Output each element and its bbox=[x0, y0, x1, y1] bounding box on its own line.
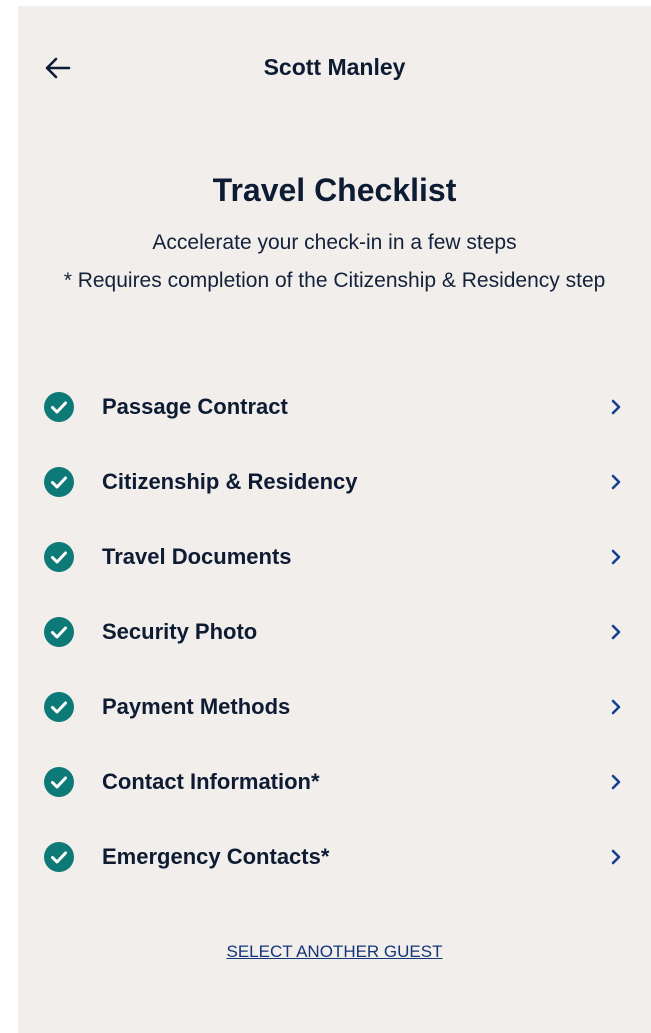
checklist: Passage Contract Citizenship & Residency… bbox=[18, 369, 651, 894]
check-circle-icon bbox=[44, 466, 74, 497]
chevron-right-icon bbox=[611, 849, 621, 864]
checklist-item-label: Contact Information* bbox=[102, 768, 320, 794]
page-subtitle: Accelerate your check-in in a few steps bbox=[152, 231, 517, 254]
checklist-item-label: Passage Contract bbox=[102, 393, 288, 419]
chevron-right-icon bbox=[611, 549, 621, 564]
check-circle-icon bbox=[44, 841, 74, 872]
checklist-item-payment-methods[interactable]: Payment Methods bbox=[18, 669, 651, 744]
chevron-right-icon bbox=[611, 399, 621, 414]
header: Scott Manley bbox=[18, 6, 651, 130]
check-circle-icon bbox=[44, 391, 74, 422]
check-circle-icon bbox=[44, 691, 74, 722]
page-title: Travel Checklist bbox=[212, 172, 457, 208]
checklist-item-label: Payment Methods bbox=[102, 693, 291, 719]
checklist-item-label: Travel Documents bbox=[102, 543, 292, 569]
checklist-item-citizenship-residency[interactable]: Citizenship & Residency bbox=[18, 444, 651, 519]
check-circle-icon bbox=[44, 766, 74, 797]
check-circle-icon bbox=[44, 616, 74, 647]
checklist-item-label: Citizenship & Residency bbox=[102, 468, 358, 494]
chevron-right-icon bbox=[611, 624, 621, 639]
chevron-right-icon bbox=[611, 474, 621, 489]
requirement-note: * Requires completion of the Citizenship… bbox=[63, 269, 606, 292]
guest-name-title: Scott Manley bbox=[263, 54, 406, 80]
checklist-item-travel-documents[interactable]: Travel Documents bbox=[18, 519, 651, 594]
chevron-right-icon bbox=[611, 699, 621, 714]
checklist-item-passage-contract[interactable]: Passage Contract bbox=[18, 369, 651, 444]
check-circle-icon bbox=[44, 541, 74, 572]
app-screen: Scott Manley Travel Checklist Accelerate… bbox=[18, 6, 651, 1033]
checklist-item-emergency-contacts[interactable]: Emergency Contacts* bbox=[18, 819, 651, 894]
intro-section: Travel Checklist Accelerate your check-i… bbox=[18, 170, 651, 298]
checklist-item-label: Security Photo bbox=[102, 618, 258, 644]
chevron-right-icon bbox=[611, 774, 621, 789]
checklist-item-label: Emergency Contacts* bbox=[102, 843, 330, 869]
select-another-guest-link[interactable]: SELECT ANOTHER GUEST bbox=[18, 940, 651, 964]
checklist-item-contact-information[interactable]: Contact Information* bbox=[18, 744, 651, 819]
checklist-item-security-photo[interactable]: Security Photo bbox=[18, 594, 651, 669]
